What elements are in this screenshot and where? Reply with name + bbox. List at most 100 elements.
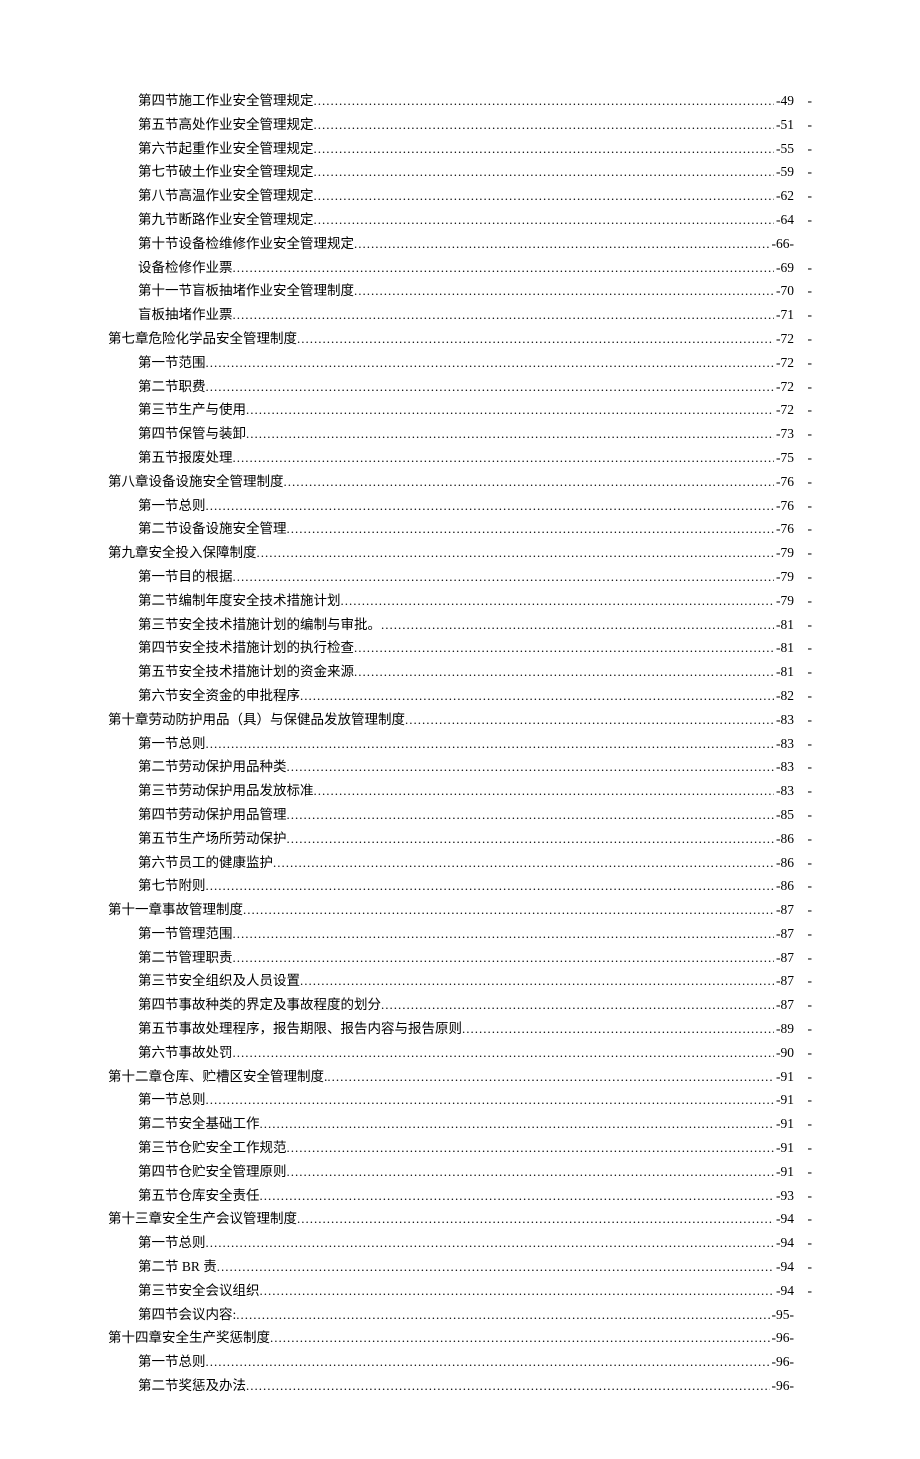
toc-trailing-dash: -: [794, 1232, 812, 1254]
toc-entry-title: 第十节设备检维修作业安全管理规定: [138, 233, 354, 255]
toc-leader-dots: [206, 1352, 770, 1373]
toc-leader-dots: [314, 210, 775, 231]
toc-entry-page: -87: [774, 947, 794, 969]
toc-leader-dots: [233, 948, 775, 969]
toc-entry-page: -62: [774, 185, 794, 207]
toc-trailing-dash: -: [794, 114, 812, 136]
toc-entry-title: 第一节目的根据: [138, 566, 233, 588]
toc-entry: 第三节安全技术措施计划的编制与审批。-81-: [108, 614, 812, 636]
toc-entry: 第二节奖惩及办法-96-: [108, 1375, 812, 1397]
toc-trailing-dash: -: [794, 209, 812, 231]
toc-entry: 第五节仓库安全责任-93-: [108, 1185, 812, 1207]
toc-entry-title: 第二节劳动保护用品种类: [138, 756, 287, 778]
toc-entry-title: 第一节总则: [138, 495, 206, 517]
toc-leader-dots: [206, 1090, 775, 1111]
toc-leader-dots: [233, 1043, 775, 1064]
toc-trailing-dash: -: [794, 590, 812, 612]
toc-entry-page: -85: [774, 804, 794, 826]
toc-trailing-dash: -: [794, 1089, 812, 1111]
toc-entry-title: 第五节仓库安全责任: [138, 1185, 260, 1207]
toc-entry: 第二节管理职责-87-: [108, 947, 812, 969]
toc-entry-page: -82: [774, 685, 794, 707]
toc-trailing-dash: -: [794, 1280, 812, 1302]
toc-trailing-dash: -: [794, 804, 812, 826]
toc-entry-title: 第四节劳动保护用品管理: [138, 804, 287, 826]
toc-leader-dots: [284, 472, 775, 493]
toc-entry: 第六节安全资金的申批程序-82-: [108, 685, 812, 707]
toc-entry-title: 第一节范围: [138, 352, 206, 374]
toc-entry-page: -73: [774, 423, 794, 445]
toc-entry-page: -64: [774, 209, 794, 231]
toc-entry-page: -95-: [770, 1304, 795, 1326]
toc-trailing-dash: -: [794, 423, 812, 445]
toc-entry-title: 第二节设备设施安全管理: [138, 518, 287, 540]
toc-entry-page: -70: [774, 280, 794, 302]
toc-trailing-dash: -: [794, 780, 812, 802]
toc-entry: 第一节目的根据-79-: [108, 566, 812, 588]
toc-entry-title: 第四节安全技术措施计划的执行检查: [138, 637, 354, 659]
toc-leader-dots: [354, 638, 774, 659]
toc-leader-dots: [206, 734, 775, 755]
toc-entry-title: 第九节断路作业安全管理规定: [138, 209, 314, 231]
toc-leader-dots: [287, 1162, 775, 1183]
toc-trailing-dash: -: [794, 1185, 812, 1207]
toc-entry-page: -96-: [770, 1351, 795, 1373]
toc-entry-page: -91: [774, 1089, 794, 1111]
toc-entry-title: 第一节总则: [138, 733, 206, 755]
toc-entry-title: 第十一章事故管理制度: [108, 899, 243, 921]
toc-trailing-dash: -: [794, 399, 812, 421]
toc-trailing-dash: -: [794, 614, 812, 636]
toc-trailing-dash: -: [794, 923, 812, 945]
toc-entry-page: -51: [774, 114, 794, 136]
toc-leader-dots: [206, 496, 775, 517]
toc-leader-dots: [287, 519, 775, 540]
toc-trailing-dash: -: [794, 685, 812, 707]
toc-entry-page: -76: [774, 495, 794, 517]
toc-entry: 第十一章事故管理制度-87-: [108, 899, 812, 921]
toc-entry-title: 第二节安全基础工作: [138, 1113, 260, 1135]
toc-entry-page: -59: [774, 161, 794, 183]
toc-entry-title: 第五节生产场所劳动保护: [138, 828, 287, 850]
toc-entry-page: -81: [774, 614, 794, 636]
toc-entry-page: -49: [774, 90, 794, 112]
toc-leader-dots: [381, 995, 774, 1016]
toc-entry: 第四节劳动保护用品管理 -85-: [108, 804, 812, 826]
toc-entry: 第七章危险化学品安全管理制度-72-: [108, 328, 812, 350]
toc-entry-title: 第五节报废处理: [138, 447, 233, 469]
toc-leader-dots: [260, 1281, 775, 1302]
toc-leader-dots: [236, 1305, 769, 1326]
toc-entry: 第九节断路作业安全管理规定 -64-: [108, 209, 812, 231]
toc-entry-page: -96-: [770, 1327, 795, 1349]
toc-entry-page: -75: [774, 447, 794, 469]
toc-entry-title: 盲板抽堵作业票: [138, 304, 233, 326]
toc-entry-page: -94: [774, 1232, 794, 1254]
toc-leader-dots: [206, 353, 775, 374]
toc-trailing-dash: -: [794, 1042, 812, 1064]
toc-entry-page: -55: [774, 138, 794, 160]
toc-leader-dots: [233, 258, 775, 279]
toc-leader-dots: [287, 1138, 775, 1159]
toc-leader-dots: [233, 305, 775, 326]
toc-entry-title: 第一节总则: [138, 1351, 206, 1373]
toc-entry-title: 第六节起重作业安全管理规定: [138, 138, 314, 160]
toc-trailing-dash: -: [794, 495, 812, 517]
toc-trailing-dash: -: [794, 185, 812, 207]
toc-leader-dots: [246, 400, 774, 421]
toc-leader-dots: [354, 234, 770, 255]
toc-trailing-dash: -: [794, 947, 812, 969]
toc-entry: 第二节设备设施安全管理-76-: [108, 518, 812, 540]
toc-trailing-dash: -: [794, 899, 812, 921]
toc-leader-dots: [314, 139, 775, 160]
toc-trailing-dash: -: [794, 756, 812, 778]
toc-trailing-dash: -: [794, 733, 812, 755]
toc-entry-title: 第七节附则: [138, 875, 206, 897]
toc-entry: 第一节范围-72-: [108, 352, 812, 374]
toc-entry-page: -86: [774, 875, 794, 897]
toc-entry-title: 第三节安全会议组织: [138, 1280, 260, 1302]
toc-entry-title: 第一节总则: [138, 1232, 206, 1254]
toc-leader-dots: [314, 91, 775, 112]
toc-entry: 第三节生产与使用-72-: [108, 399, 812, 421]
toc-leader-dots: [297, 1209, 774, 1230]
toc-leader-dots: [314, 781, 775, 802]
toc-leader-dots: [287, 829, 775, 850]
